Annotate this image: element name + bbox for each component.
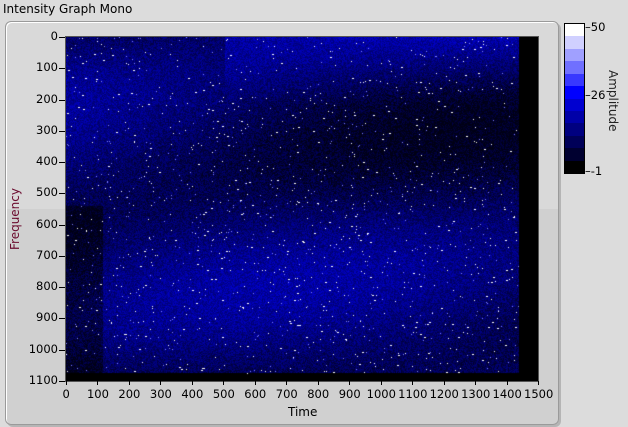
y-tick-label: 200 [36,91,58,106]
x-tick-mark [160,381,162,385]
x-tick-label: 600 [244,387,267,401]
x-tick-label: 900 [338,387,361,401]
x-tick-mark [317,381,319,385]
color-scale-segment [565,110,584,124]
x-tick-label: 1200 [429,387,459,401]
color-scale-segment [565,36,584,49]
y-tick-label: 1000 [28,341,58,356]
x-tick-label: 200 [118,387,141,401]
x-tick-label: 1300 [461,387,491,401]
x-tick-label: 300 [149,387,172,401]
x-axis-label: Time [288,405,318,419]
y-tick-label: 300 [36,122,58,137]
y-tick-label: 600 [36,216,58,231]
color-scale-tick-label: –50 [585,20,606,34]
color-scale-segment [565,123,584,136]
x-tick-mark [349,381,351,385]
y-tick-label: 900 [36,310,58,325]
x-tick-mark [223,381,225,385]
x-tick-mark [506,381,508,385]
color-scale-segment [565,148,584,161]
y-tick-mark [59,193,65,195]
y-tick-label: 500 [36,185,58,200]
y-tick-label: 800 [36,279,58,294]
y-tick-label: 100 [36,60,58,75]
color-scale-bar[interactable] [564,23,585,174]
y-tick-label: 0 [50,29,58,43]
x-tick-label: 400 [181,387,204,401]
color-scale-segment [565,73,584,87]
color-scale-segment [565,160,584,174]
amplitude-label: Amplitude [606,70,620,132]
graph-title: Intensity Graph Mono [3,2,133,16]
x-tick-mark [412,381,414,385]
color-scale-segment [565,135,584,149]
y-axis-label: Frequency [8,188,22,250]
x-tick-label: 800 [307,387,330,401]
y-tick-mark [59,224,65,226]
y-tick-mark [59,287,65,289]
color-scale-segment [565,48,584,62]
x-tick-mark [191,381,193,385]
color-scale-segment [565,98,584,111]
x-tick-label: 1100 [398,387,428,401]
y-tick-mark [59,318,65,320]
x-tick-mark [475,381,477,385]
x-tick-mark [443,381,445,385]
x-tick-label: 700 [275,387,298,401]
y-tick-mark [59,162,65,164]
color-scale-segment [565,61,584,74]
x-tick-label: 1500 [524,387,554,401]
x-tick-mark [97,381,99,385]
y-tick-mark [59,37,65,38]
x-tick-label: 500 [212,387,235,401]
color-scale-segment [565,86,584,99]
y-tick-mark [59,381,65,382]
x-tick-mark [286,381,288,385]
x-tick-label: 1400 [492,387,522,401]
y-tick-mark [59,99,65,101]
y-tick-label: 400 [36,154,58,169]
y-tick-label: 1100 [28,373,58,387]
x-tick-label: 100 [86,387,109,401]
color-scale-segment [565,24,584,37]
x-tick-label: 0 [62,387,70,401]
color-scale-tick-label: –-1 [585,164,603,178]
x-tick-mark [380,381,382,385]
y-tick-mark [59,349,65,351]
x-tick-mark [66,381,67,385]
x-tick-mark [538,381,539,385]
color-scale-tick-label: –26 [585,87,606,102]
x-tick-label: 1000 [366,387,396,401]
y-tick-mark [59,68,65,70]
y-tick-mark [59,130,65,132]
y-tick-mark [59,255,65,257]
y-tick-label: 700 [36,247,58,262]
x-tick-mark [254,381,256,385]
intensity-plot-area[interactable] [66,37,538,381]
x-tick-mark [128,381,130,385]
